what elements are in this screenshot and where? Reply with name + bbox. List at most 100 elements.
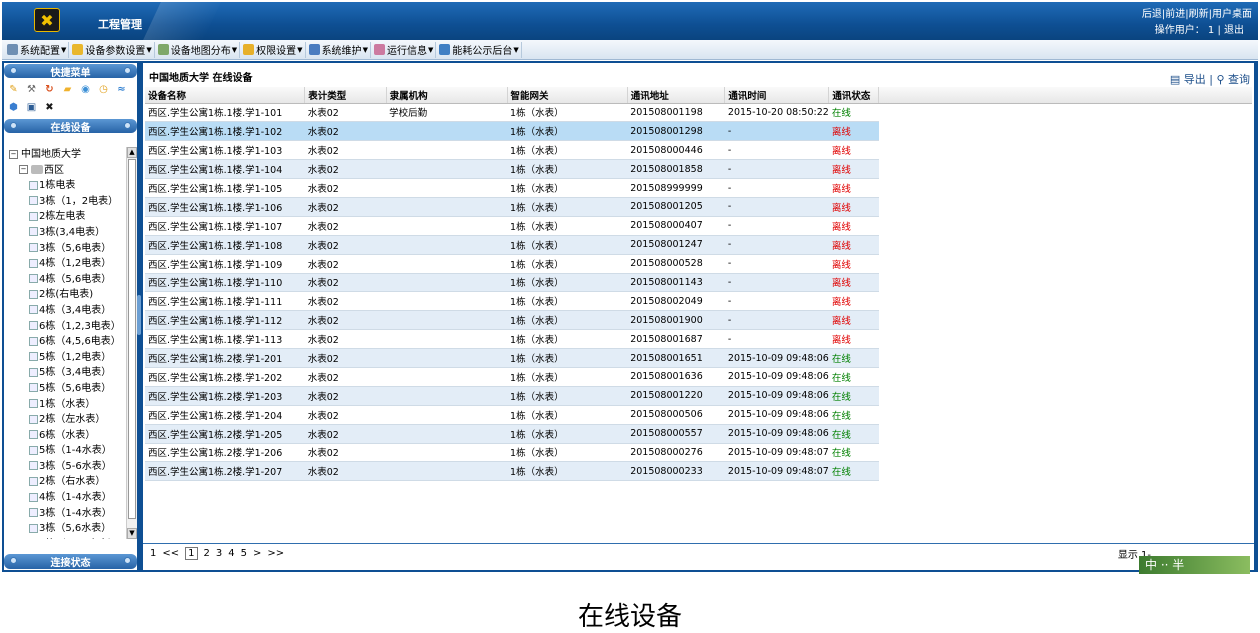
user-desktop-link[interactable]: 用户桌面	[1212, 9, 1252, 20]
table-row[interactable]: 西区.学生公寓1栋.1楼.学1-111 水表02 1栋（水表） 20150800204…	[145, 291, 879, 312]
table-row[interactable]: 西区.学生公寓1栋.1楼.学1-106 水表02 1栋（水表） 20150800120…	[145, 197, 879, 217]
wrench-icon[interactable]: ✎	[6, 82, 21, 97]
tree-node[interactable]: 4栋（5,6电表）	[9, 272, 126, 288]
page-number[interactable]: 3	[216, 548, 222, 559]
back-link[interactable]: 后退	[1142, 9, 1162, 20]
monitor-icon[interactable]: ▣	[24, 100, 39, 115]
tree-node[interactable]: 3栋（5-6水表）	[9, 459, 126, 475]
export-button[interactable]: 导出	[1184, 73, 1206, 86]
table-row[interactable]: 西区.学生公寓1栋.2楼.学1-205 水表02 1栋（水表） 20150800055…	[145, 424, 879, 444]
tree-collapse-icon[interactable]: −	[9, 149, 18, 159]
table-row[interactable]: 西区.学生公寓1栋.2楼.学1-206 水表02 1栋（水表） 20150800027…	[145, 443, 879, 463]
table-row[interactable]: 西区.学生公寓1栋.1楼.学1-104 水表02 1栋（水表） 20150800185…	[145, 159, 879, 180]
logout-link[interactable]: 退出	[1224, 25, 1244, 36]
column-header[interactable]: 表计类型	[304, 87, 387, 104]
tree-node[interactable]: 4栋（5、6水表）	[9, 537, 126, 540]
tree-node[interactable]: 2栋(右电表)	[9, 287, 126, 303]
table-row[interactable]: 西区.学生公寓1栋.1楼.学1-107 水表02 1栋（水表） 20150800040…	[145, 216, 879, 236]
menu-item[interactable]: 运行信息 ▼	[372, 41, 437, 58]
column-header[interactable]: 智能网关	[507, 87, 628, 104]
menu-item[interactable]: 设备参数设置 ▼	[70, 41, 155, 58]
scroll-down-icon[interactable]: ▼	[127, 528, 137, 539]
column-header[interactable]: 隶属机构	[386, 87, 508, 104]
tree-node[interactable]: 5栋（5,6电表）	[9, 381, 126, 397]
table-row[interactable]: 西区.学生公寓1栋.1楼.学1-103 水表02 1栋（水表） 20150800044…	[145, 140, 879, 161]
tree-node[interactable]: 1栋（水表）	[9, 397, 126, 413]
scroll-thumb[interactable]	[128, 159, 136, 519]
table-row[interactable]: 西区.学生公寓1栋.1楼.学1-102 水表02 1栋（水表） 20150800129…	[145, 121, 879, 142]
tree-node[interactable]: 2栋（左水表）	[9, 412, 126, 428]
table-row[interactable]: 西区.学生公寓1栋.1楼.学1-113 水表02 1栋（水表） 20150800168…	[145, 329, 879, 350]
tree-node[interactable]: 3栋（1-4水表）	[9, 506, 126, 522]
folder-icon[interactable]: ▰	[60, 82, 75, 97]
page-number[interactable]: 4	[228, 548, 234, 559]
table-row[interactable]: 西区.学生公寓1栋.1楼.学1-109 水表02 1栋（水表） 20150800052…	[145, 254, 879, 274]
network-icon[interactable]: ⬢	[6, 100, 21, 115]
column-header[interactable]: 设备名称	[145, 87, 306, 104]
tree-scrollbar[interactable]: ▲ ▼	[126, 147, 137, 539]
tree-node[interactable]: 4栋（1-4水表）	[9, 490, 126, 506]
tree-node[interactable]: 3栋（5,6水表）	[9, 521, 126, 537]
tree-node[interactable]: 2栋左电表	[9, 209, 126, 225]
tree-node[interactable]: 4栋（3,4电表）	[9, 303, 126, 319]
forward-link[interactable]: 前进	[1165, 9, 1185, 20]
menu-item[interactable]: 系统维护 ▼	[307, 41, 371, 58]
table-row[interactable]: 西区.学生公寓1栋.1楼.学1-112 水表02 1栋（水表） 20150800190…	[145, 310, 879, 331]
tree-node[interactable]: 5栋（1,2电表）	[9, 350, 126, 366]
page-prev[interactable]: <<	[162, 548, 179, 559]
tree-node[interactable]: 5栋（3,4电表）	[9, 365, 126, 381]
table-row[interactable]: 西区.学生公寓1栋.2楼.学1-207 水表02 1栋（水表） 20150800023…	[145, 461, 879, 482]
tree-node[interactable]: 6栋（1,2,3电表）	[9, 319, 126, 335]
page-next[interactable]: >	[253, 548, 261, 559]
table-row[interactable]: 西区.学生公寓1栋.2楼.学1-202 水表02 1栋（水表） 20150800163…	[145, 367, 879, 387]
menu-item[interactable]: 设备地图分布 ▼	[156, 41, 241, 58]
table-row[interactable]: 西区.学生公寓1栋.2楼.学1-203 水表02 1栋（水表） 20150800122…	[145, 386, 879, 406]
table-row[interactable]: 西区.学生公寓1栋.1楼.学1-105 水表02 1栋（水表） 20150899999…	[145, 178, 879, 198]
column-header[interactable]: 通讯状态	[828, 87, 879, 104]
search-icon[interactable]: ⚲	[1216, 73, 1224, 86]
quick-menu-header[interactable]: 快捷菜单	[4, 64, 137, 79]
page-number[interactable]: 2	[204, 548, 210, 559]
table-row[interactable]: 西区.学生公寓1栋.2楼.学1-201 水表02 1栋（水表） 20150800165…	[145, 348, 879, 368]
connection-status-header[interactable]: 连接状态	[4, 554, 137, 569]
table-row[interactable]: 西区.学生公寓1栋.1楼.学1-101 水表02 学校后勤 1栋（水表） 2015080…	[145, 103, 879, 123]
table-cell: 离线	[828, 140, 879, 161]
column-header[interactable]: 通讯地址	[627, 87, 726, 104]
tree-node[interactable]: 3栋（5,6电表）	[9, 241, 126, 257]
tree-node[interactable]: 6栋（水表）	[9, 428, 126, 444]
tree-collapse-icon[interactable]: −	[19, 165, 28, 175]
tree-node[interactable]: 3栋（1，2电表）	[9, 194, 126, 210]
settings-icon[interactable]: ✖	[42, 100, 57, 115]
page-last[interactable]: >>	[267, 548, 284, 559]
chart-icon[interactable]: ≈	[114, 82, 129, 97]
query-button[interactable]: 查询	[1228, 73, 1250, 86]
menu-item[interactable]: 权限设置 ▼	[241, 41, 306, 58]
tree-node[interactable]: 3栋(3,4电表）	[9, 225, 126, 241]
ime-badge[interactable]: 中 ·· 半	[1139, 556, 1250, 574]
table-row[interactable]: 西区.学生公寓1栋.2楼.学1-204 水表02 1栋（水表） 20150800050…	[145, 405, 879, 425]
online-devices-header[interactable]: 在线设备	[4, 119, 137, 134]
tree-node[interactable]: 5栋（1-4水表）	[9, 443, 126, 459]
page-first[interactable]: 1	[150, 548, 156, 559]
refresh-link[interactable]: 刷新	[1189, 9, 1209, 20]
tree-node[interactable]: 2栋（右水表）	[9, 474, 126, 490]
tree-node[interactable]: − 西区	[9, 163, 126, 179]
tools-icon[interactable]: ⚒	[24, 82, 39, 97]
tree-node[interactable]: 6栋（4,5,6电表）	[9, 334, 126, 350]
page-number[interactable]: 1	[185, 547, 198, 560]
table-row[interactable]: 西区.学生公寓1栋.1楼.学1-110 水表02 1栋（水表） 20150800114…	[145, 273, 879, 293]
menu-item[interactable]: 系统配置 ▼	[5, 41, 70, 58]
table-row[interactable]: 西区.学生公寓1栋.1楼.学1-108 水表02 1栋（水表） 20150800124…	[145, 235, 879, 255]
page-number[interactable]: 5	[241, 548, 247, 559]
scroll-up-icon[interactable]: ▲	[127, 147, 137, 158]
tree-node[interactable]: − 中国地质大学	[9, 147, 126, 163]
menu-item[interactable]: 能耗公示后台 ▼	[437, 41, 522, 58]
export-icon[interactable]: ▤	[1170, 73, 1180, 86]
tree-node[interactable]: 1栋电表	[9, 178, 126, 194]
column-header[interactable]: 通讯时间	[724, 87, 830, 104]
clock-icon[interactable]: ◷	[96, 82, 111, 97]
tree-node[interactable]: 4栋（1,2电表）	[9, 256, 126, 272]
refresh-icon[interactable]: ↻	[42, 82, 57, 97]
globe-icon[interactable]: ◉	[78, 82, 93, 97]
splitter-grip[interactable]	[137, 295, 141, 335]
